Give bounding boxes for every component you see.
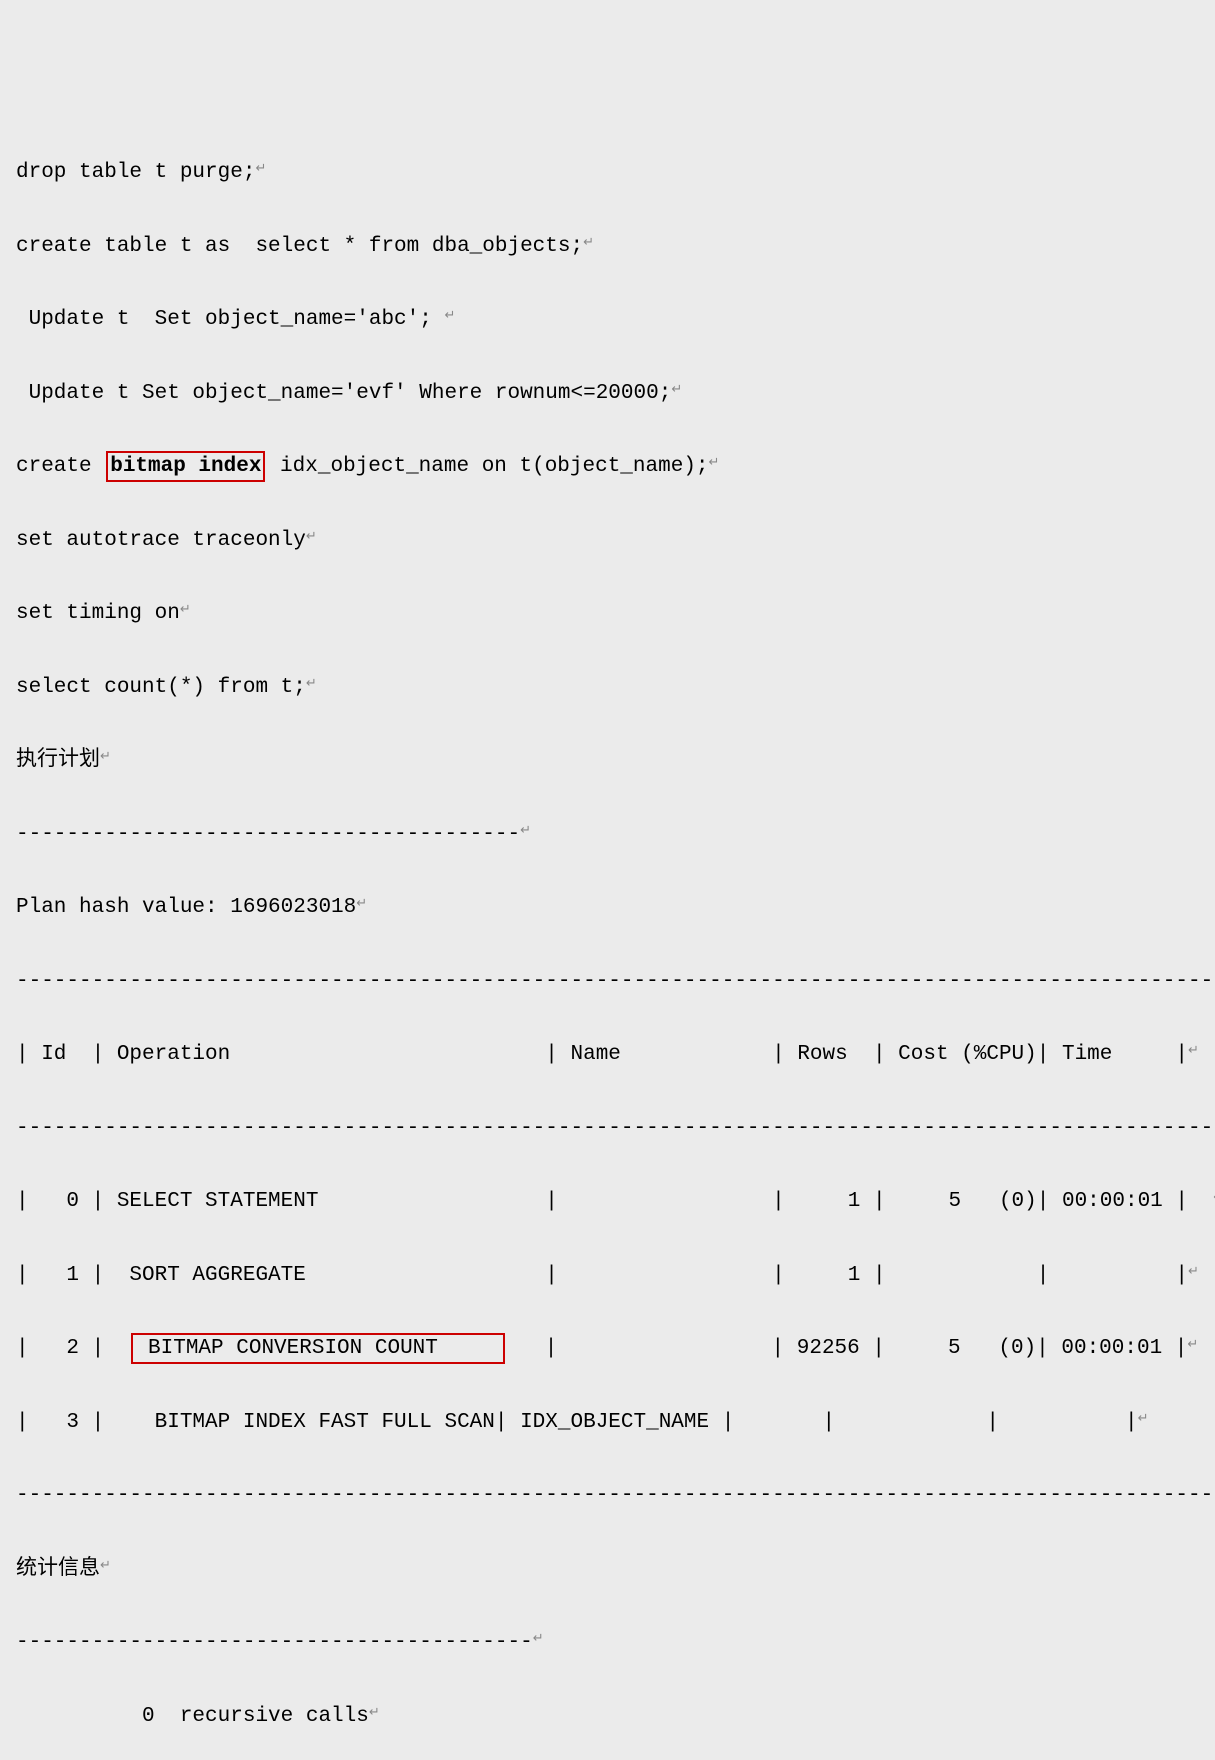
- plan-row-0: | 0 | SELECT STATEMENT | | 1 | 5 (0)| 00…: [16, 1184, 1199, 1221]
- plan-row-2: | 2 | BITMAP CONVERSION COUNT | | 92256 …: [16, 1331, 1199, 1368]
- return-icon: ↵: [1138, 1408, 1149, 1431]
- return-icon: ↵: [356, 893, 367, 916]
- sql-line-4: Update t Set object_name='evf' Where row…: [16, 376, 1199, 413]
- stats-header: 统计信息↵: [16, 1552, 1199, 1589]
- return-icon: ↵: [255, 158, 266, 181]
- sql-line-2: create table t as select * from dba_obje…: [16, 229, 1199, 266]
- plan-row-3: | 3 | BITMAP INDEX FAST FULL SCAN| IDX_O…: [16, 1405, 1199, 1442]
- highlight-bitmap-index: bitmap index: [106, 451, 265, 482]
- plan-table-bottom: ----------------------------------------…: [16, 1478, 1199, 1515]
- stats-dash: ----------------------------------------…: [16, 1625, 1199, 1662]
- stats-row-1: 0 recursive calls↵: [16, 1699, 1199, 1736]
- return-icon: ↵: [1188, 1040, 1199, 1063]
- return-icon: ↵: [520, 820, 531, 843]
- plan-table-top: ----------------------------------------…: [16, 964, 1199, 1001]
- return-icon: ↵: [369, 1702, 380, 1725]
- plan-header: 执行计划↵: [16, 743, 1199, 780]
- return-icon: ↵: [180, 599, 191, 622]
- return-icon: ↵: [671, 379, 682, 402]
- return-icon: ↵: [1188, 1261, 1199, 1284]
- plan-row-1: | 1 | SORT AGGREGATE | | 1 | | |↵: [16, 1258, 1199, 1295]
- return-icon: ↵: [306, 526, 317, 549]
- sql-line-1: drop table t purge;↵: [16, 155, 1199, 192]
- sql-line-5: create bitmap index idx_object_name on t…: [16, 449, 1199, 486]
- highlight-bitmap-conversion: BITMAP CONVERSION COUNT: [131, 1333, 504, 1364]
- sql-line-3: Update t Set object_name='abc'; ↵: [16, 302, 1199, 339]
- plan-dash: ----------------------------------------…: [16, 817, 1199, 854]
- sql-line-7: set timing on↵: [16, 596, 1199, 633]
- return-icon: ↵: [583, 232, 594, 255]
- plan-hash: Plan hash value: 1696023018↵: [16, 890, 1199, 927]
- sql-line-8: select count(*) from t;↵: [16, 670, 1199, 707]
- return-icon: ↵: [306, 673, 317, 696]
- sql-line-6: set autotrace traceonly↵: [16, 523, 1199, 560]
- return-icon: ↵: [100, 746, 111, 769]
- return-icon: ↵: [709, 452, 720, 475]
- return-icon: ↵: [444, 305, 455, 328]
- return-icon: ↵: [1187, 1334, 1198, 1357]
- plan-table-sep: ----------------------------------------…: [16, 1111, 1199, 1148]
- return-icon: ↵: [533, 1628, 544, 1651]
- return-icon: ↵: [100, 1555, 111, 1578]
- plan-table-header: | Id | Operation | Name | Rows | Cost (%…: [16, 1037, 1199, 1074]
